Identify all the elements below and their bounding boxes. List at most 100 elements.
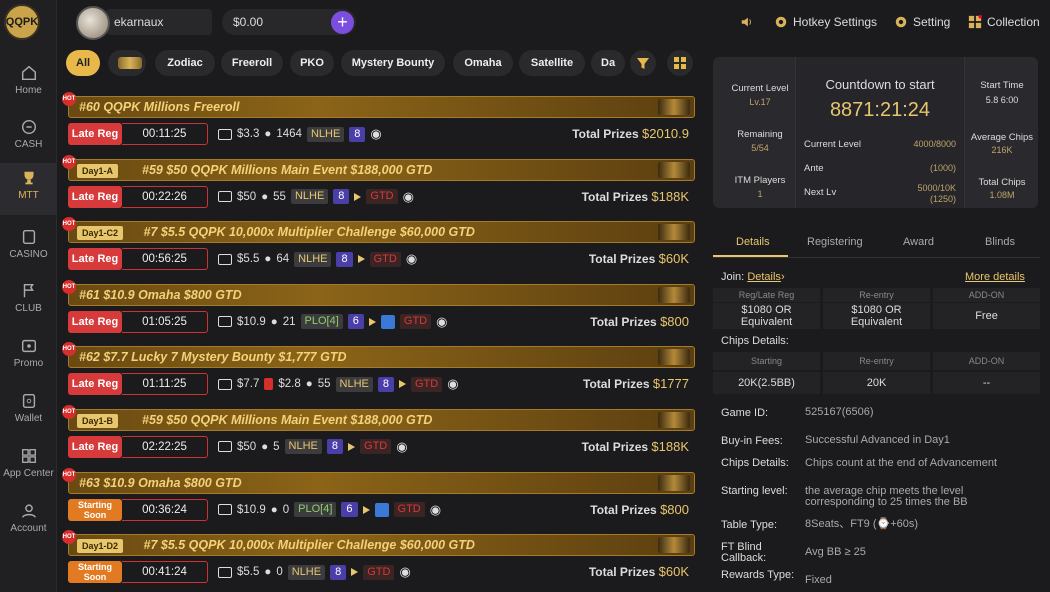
registration-button[interactable]: Starting Soon: [68, 498, 122, 521]
registration-button[interactable]: Late Reg: [68, 248, 122, 271]
eye-icon[interactable]: ◉: [370, 126, 381, 142]
reentry-head: Re-entry: [823, 288, 930, 302]
filter-button[interactable]: [630, 50, 656, 76]
filter-chip-pko[interactable]: PKO: [290, 50, 334, 76]
tab-award[interactable]: Award: [903, 236, 934, 248]
tournament-title-bar[interactable]: #62 $7.7 Lucky 7 Mystery Bounty $1,777 G…: [68, 346, 695, 369]
play-icon: [348, 442, 356, 451]
tab-registering[interactable]: Registering: [807, 236, 863, 248]
brand-logo-icon: [658, 99, 690, 115]
sidebar-item-account[interactable]: Account: [0, 496, 57, 546]
sidebar-item-label: MTT: [18, 190, 39, 201]
tournament-meta: $7.7 $2.8 ● 55 NLHE 8 GTD ◉: [218, 376, 459, 392]
tournament-info-row: Starting Soon 00:41:24 $5.5 ● 0 NLHE 8 G…: [68, 561, 695, 584]
filter-chip-freeroll[interactable]: Freeroll: [221, 50, 283, 76]
username-field[interactable]: ekarnaux: [106, 9, 212, 35]
gtd-badge: GTD: [366, 189, 398, 205]
players-icon: ●: [261, 440, 269, 453]
tab-blinds[interactable]: Blinds: [985, 236, 1015, 248]
tournament-title-bar[interactable]: Day1-B #59 $50 QQPK Millions Main Event …: [68, 408, 695, 431]
sidebar-item-wallet[interactable]: Wallet: [0, 386, 57, 436]
registration-button[interactable]: Late Reg: [68, 123, 122, 145]
sidebar-item-casino[interactable]: CASINO: [0, 222, 57, 272]
addon-chips-head: ADD-ON: [933, 352, 1040, 370]
sound-button[interactable]: [740, 15, 754, 29]
tournament-meta: $3.3 ● 1464 NLHE 8 ◉: [218, 126, 382, 142]
avatar[interactable]: [76, 6, 110, 40]
eye-icon[interactable]: ◉: [399, 564, 410, 580]
tournament-row[interactable]: #63 $10.9 Omaha $800 GTD HOT Starting So…: [62, 466, 697, 529]
countdown-value: 8871:21:24: [829, 99, 931, 121]
tournament-row[interactable]: Day1-D2 #7 $5.5 QQPK 10,000x Multiplier …: [62, 528, 697, 591]
registration-button[interactable]: Starting Soon: [68, 561, 122, 584]
tournament-row[interactable]: Day1-C2 #7 $5.5 QQPK 10,000x Multiplier …: [62, 215, 697, 278]
tournament-title-bar[interactable]: #61 $10.9 Omaha $800 GTD: [68, 283, 695, 306]
eye-icon[interactable]: ◉: [447, 376, 458, 392]
buyin-value: $7.7: [237, 378, 260, 391]
tournament-row[interactable]: #60 QQPK Millions Freeroll HOT Late Reg …: [62, 90, 697, 153]
gtd-badge: GTD: [363, 564, 395, 580]
tournament-row[interactable]: #62 $7.7 Lucky 7 Mystery Bounty $1,777 G…: [62, 340, 697, 403]
play-icon: [368, 317, 376, 326]
tournament-title-bar[interactable]: #63 $10.9 Omaha $800 GTD: [68, 471, 695, 494]
join-details-link[interactable]: Details: [747, 271, 781, 283]
players-count: 0: [282, 503, 290, 516]
filter-chip-omaha[interactable]: Omaha: [453, 50, 513, 76]
avg-chips-label: Average Chips: [970, 132, 1034, 143]
ticket-icon: [218, 566, 232, 578]
hot-badge-icon: HOT: [62, 467, 76, 482]
total-prizes-label: Total Prizes: [590, 502, 657, 517]
players-count: 1464: [276, 128, 302, 140]
tournament-title-bar[interactable]: Day1-D2 #7 $5.5 QQPK 10,000x Multiplier …: [68, 534, 695, 557]
sidebar-item-mtt[interactable]: MTT: [0, 163, 57, 215]
grid-view-button[interactable]: [667, 50, 693, 76]
sidebar-item-home[interactable]: Home: [0, 58, 57, 108]
tab-details[interactable]: Details: [736, 236, 770, 248]
gear-icon: [895, 16, 907, 28]
tournament-row[interactable]: #61 $10.9 Omaha $800 GTD HOT Late Reg 01…: [62, 278, 697, 341]
tournament-title-bar[interactable]: Day1-C2 #7 $5.5 QQPK 10,000x Multiplier …: [68, 221, 695, 244]
tournament-info-row: Late Reg 01:11:25 $7.7 $2.8 ● 55 NLHE 8 …: [68, 373, 695, 396]
total-prizes: Total Prizes $1777: [583, 376, 689, 391]
registration-button[interactable]: Late Reg: [68, 435, 122, 458]
app-logo[interactable]: QQPK: [4, 4, 40, 40]
detail-tabs: Details Registering Award Blinds: [713, 230, 1040, 258]
filter-chip-mystery-bounty[interactable]: Mystery Bounty: [341, 50, 445, 76]
eye-icon[interactable]: ◉: [436, 314, 447, 330]
registration-button[interactable]: Late Reg: [68, 310, 122, 333]
tournament-title-bar[interactable]: #60 QQPK Millions Freeroll: [68, 96, 695, 118]
eye-icon[interactable]: ◉: [406, 251, 417, 267]
sidebar-item-app-center[interactable]: App Center: [0, 441, 57, 491]
tournament-meta: $10.9 ● 0 PLO[4] 6 GTD ◉: [218, 502, 441, 518]
eye-icon[interactable]: ◉: [430, 502, 441, 518]
sidebar-item-promo[interactable]: Promo: [0, 331, 57, 381]
seats-badge: 8: [326, 439, 344, 455]
filter-chip-zodiac[interactable]: Zodiac: [155, 50, 215, 76]
sidebar-item-cash[interactable]: CASH: [0, 112, 57, 162]
registration-button[interactable]: Late Reg: [68, 373, 122, 396]
next-level-sub: (1250): [929, 194, 956, 204]
players-icon: ●: [261, 190, 269, 203]
filter-chip-da[interactable]: Da: [591, 50, 625, 76]
sidebar-item-label: CASINO: [9, 249, 48, 260]
sidebar: QQPK Home CASH MTT CASINO CLUB Promo Wal…: [0, 0, 57, 592]
setting-button[interactable]: Setting: [894, 15, 950, 29]
sidebar-item-club[interactable]: CLUB: [0, 276, 57, 326]
filter-chip-promo-image[interactable]: [108, 50, 146, 76]
grid-icon: [21, 449, 36, 463]
deposit-button[interactable]: +: [331, 11, 354, 34]
game-id-label: Game ID:: [721, 407, 769, 419]
tournament-row[interactable]: Day1-A #59 $50 QQPK Millions Main Event …: [62, 153, 697, 216]
ticket-icon: [218, 378, 232, 390]
eye-icon[interactable]: ◉: [403, 189, 414, 205]
collection-button[interactable]: Collection: [968, 15, 1040, 29]
filter-chip-satellite[interactable]: Satellite: [519, 50, 585, 76]
hotkey-settings-button[interactable]: Hotkey Settings: [774, 15, 877, 29]
eye-icon[interactable]: ◉: [396, 439, 407, 455]
tournament-title-bar[interactable]: Day1-A #59 $50 QQPK Millions Main Event …: [68, 158, 695, 181]
more-details-link[interactable]: More details: [965, 271, 1025, 283]
tournament-row[interactable]: Day1-B #59 $50 QQPK Millions Main Event …: [62, 403, 697, 466]
filter-chip-all[interactable]: All: [66, 50, 100, 76]
current-level-value: Lv.17: [749, 97, 771, 107]
registration-button[interactable]: Late Reg: [68, 185, 122, 208]
